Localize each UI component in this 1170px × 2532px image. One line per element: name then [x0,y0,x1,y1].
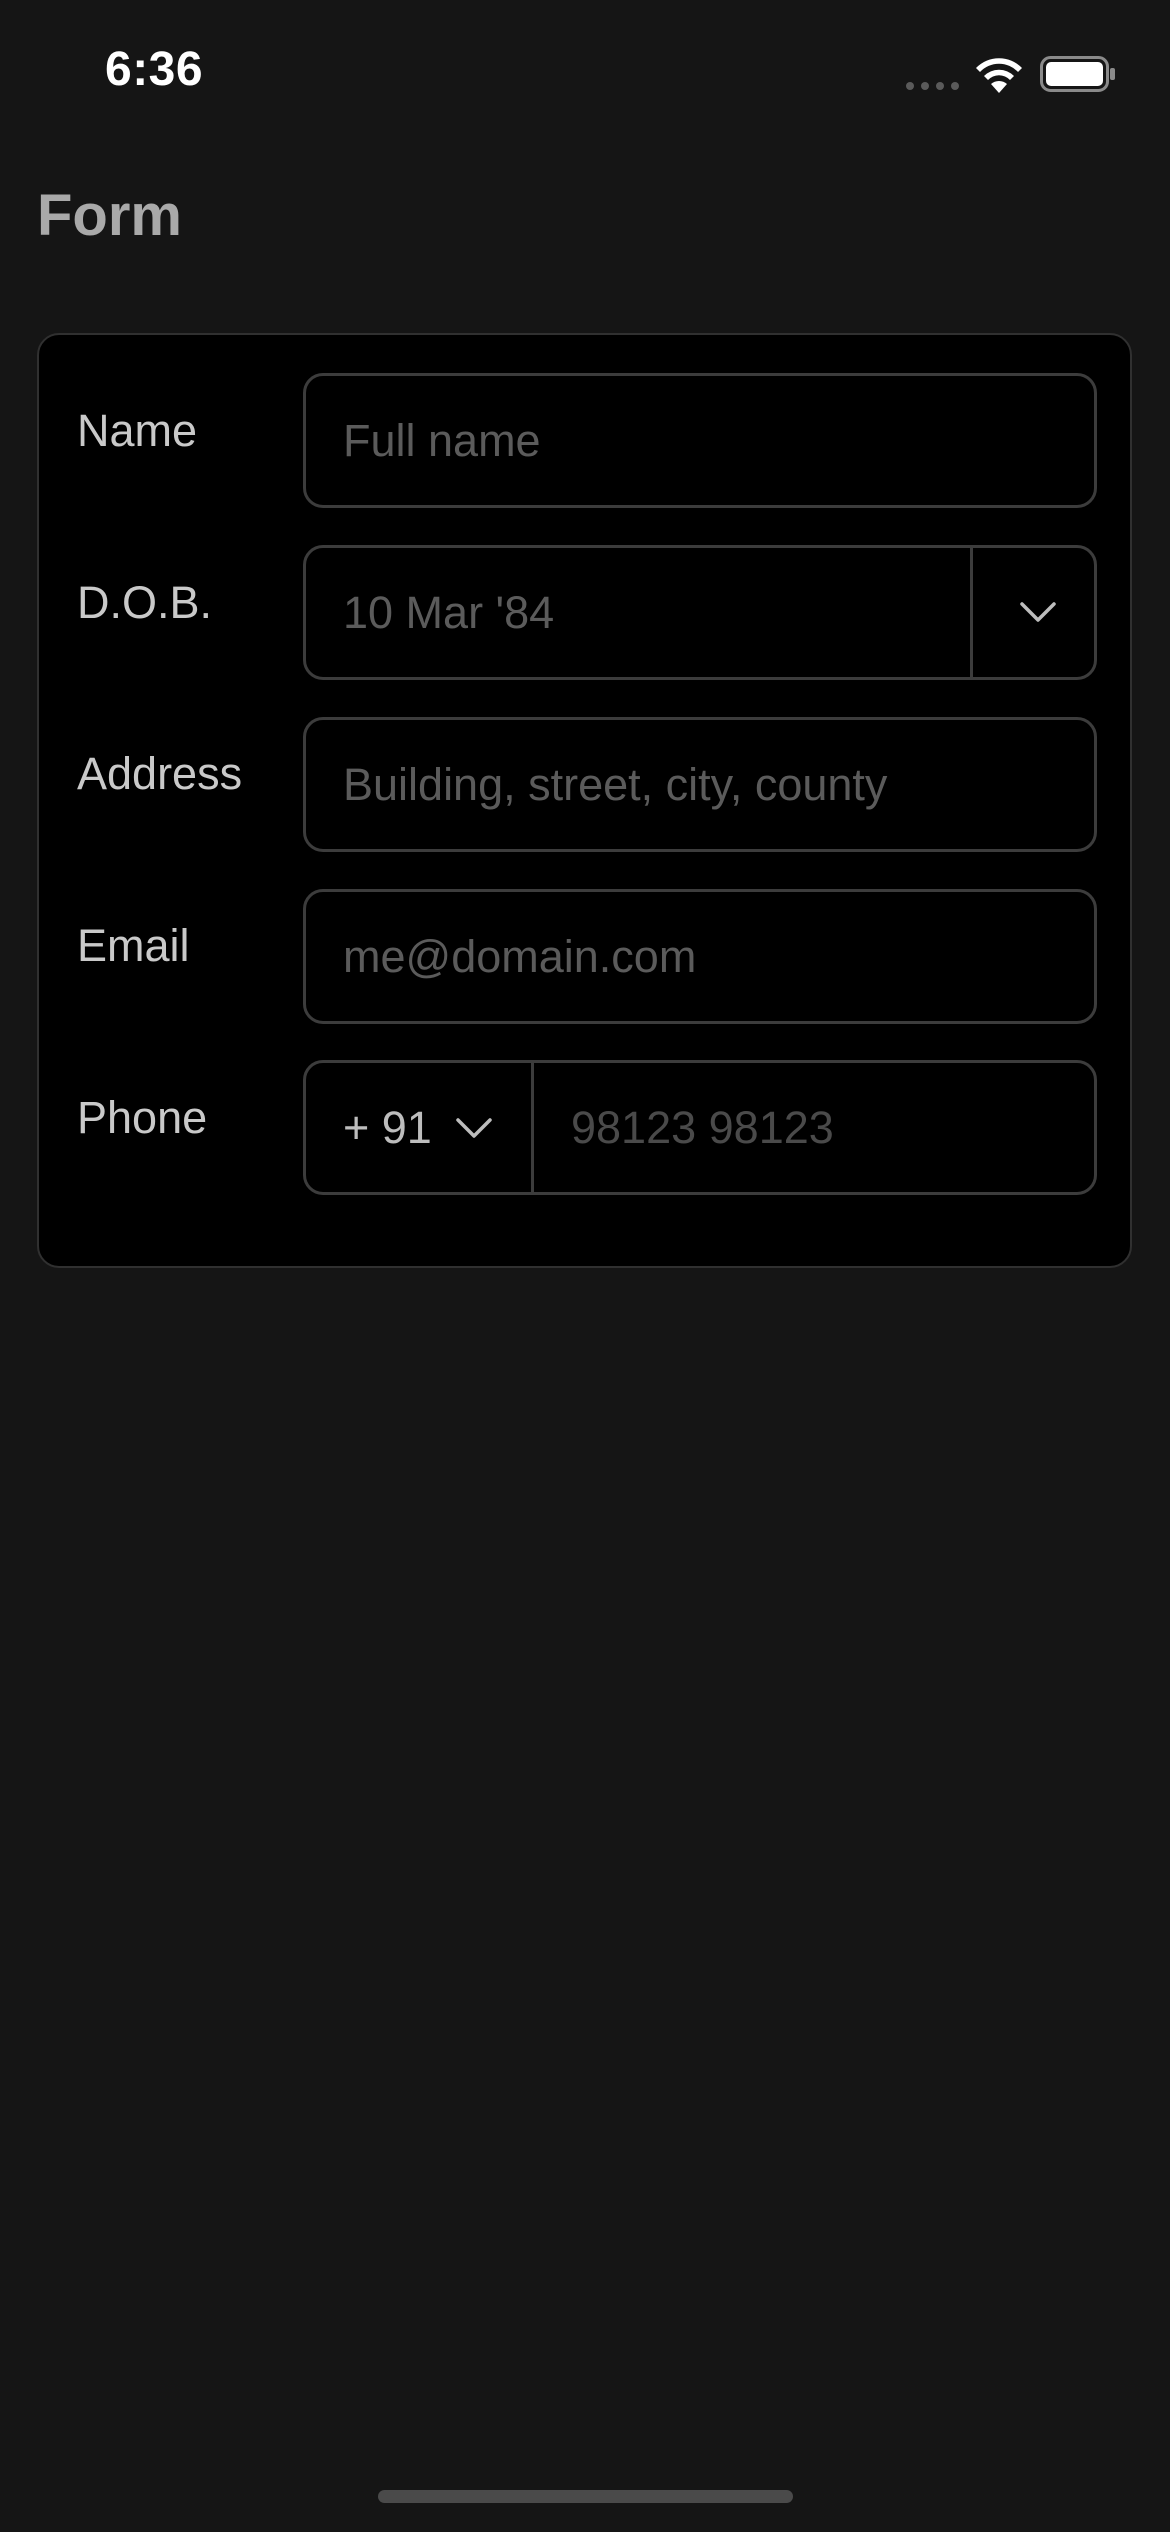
name-field[interactable]: Full name [303,373,1097,508]
dob-select[interactable]: 10 Mar '84 [303,545,1097,680]
address-label: Address [77,748,243,799]
country-code-select[interactable]: + 91 [343,1063,432,1192]
chevron-down-icon[interactable] [1018,594,1058,630]
phone-divider [531,1063,534,1192]
chevron-down-icon[interactable] [454,1111,494,1145]
battery-icon [1040,56,1115,92]
phone-field: + 91 98123 98123 [303,1060,1097,1195]
wifi-icon [976,58,1022,93]
name-placeholder: Full name [343,415,541,466]
name-label: Name [77,405,198,456]
cellular-signal-icon [906,82,959,90]
phone-number-input[interactable]: 98123 98123 [571,1063,834,1192]
status-bar: 6:36 [0,0,1170,140]
email-label: Email [77,920,190,971]
dob-label: D.O.B. [77,577,213,628]
address-field[interactable]: Building, street, city, county [303,717,1097,852]
form-card: Name Full name D.O.B. 10 Mar '84 Address… [37,333,1132,1268]
email-placeholder: me@domain.com [343,931,697,982]
status-time: 6:36 [105,43,204,96]
dob-placeholder: 10 Mar '84 [343,587,555,638]
home-indicator[interactable] [378,2490,793,2503]
address-placeholder: Building, street, city, county [343,759,888,810]
phone-label: Phone [77,1092,208,1143]
dob-divider [970,548,973,677]
email-field[interactable]: me@domain.com [303,889,1097,1024]
page-title: Form [37,183,182,248]
form-screen: 6:36 Form Name Full name D.O.B. 10 Mar ' [0,0,1170,2532]
